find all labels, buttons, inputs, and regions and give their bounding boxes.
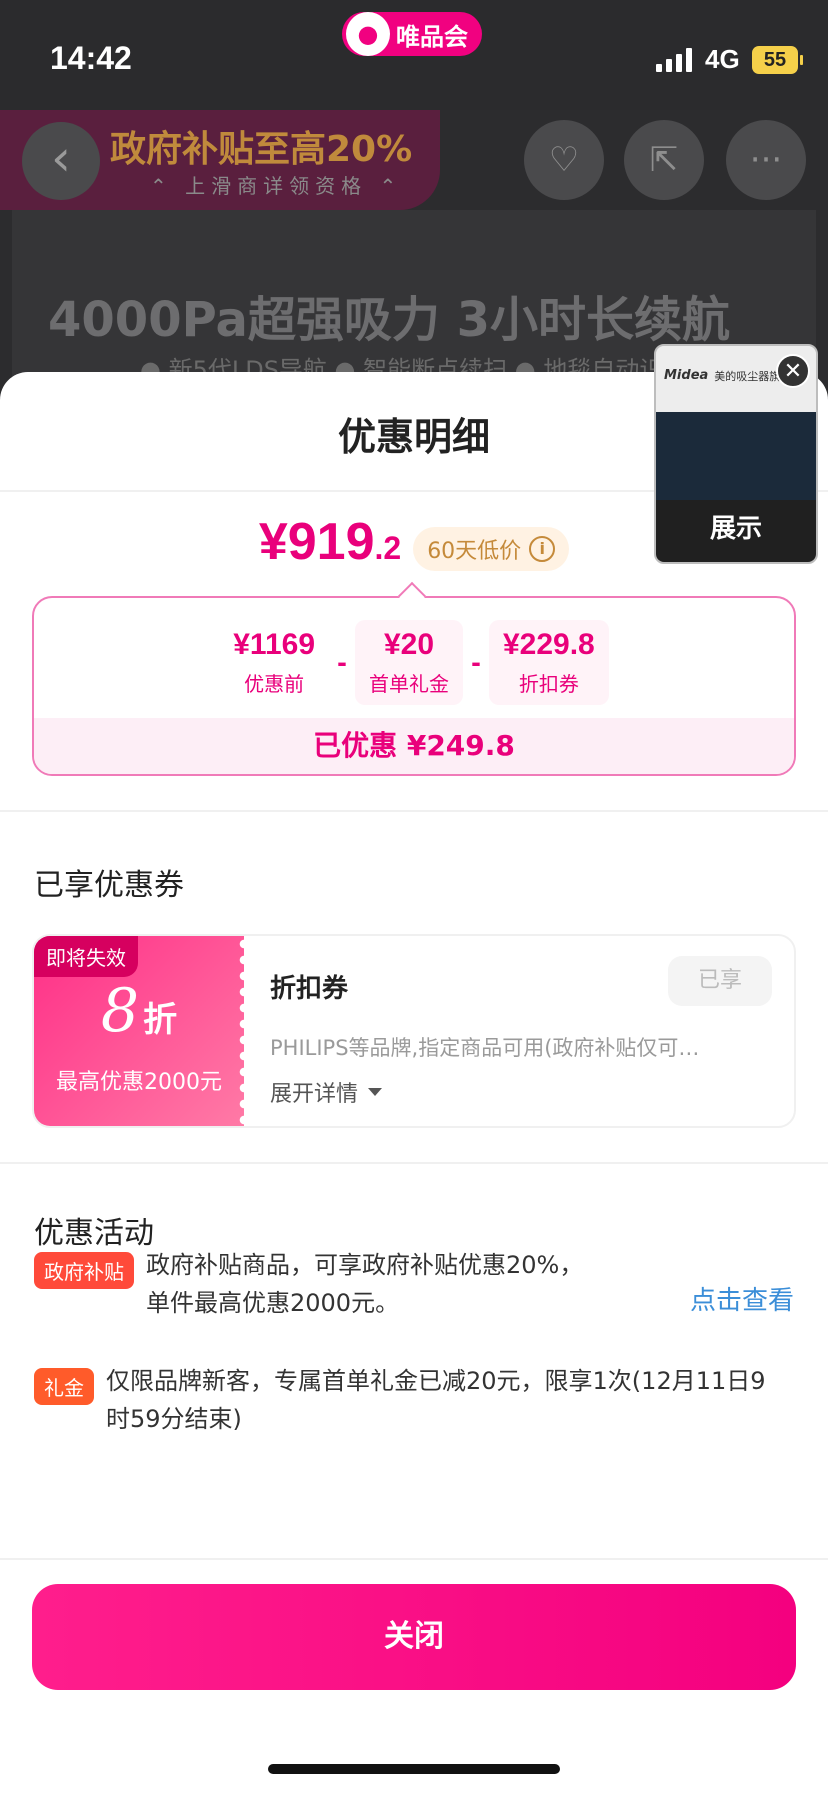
network-type: 4G: [705, 44, 740, 74]
more-icon[interactable]: ···: [726, 120, 806, 200]
video-frame: [656, 412, 816, 500]
minus-sign: -: [471, 648, 481, 677]
subsidy-text-line1: 政府补贴商品，可享政府补贴优惠20%，: [146, 1251, 584, 1279]
view-subsidy-link[interactable]: 点击查看: [690, 1280, 794, 1317]
price-decimal: .2: [374, 530, 402, 566]
video-label: 展示: [710, 514, 763, 544]
low-price-tag[interactable]: 60天低价 i: [413, 527, 570, 571]
close-icon[interactable]: ✕: [776, 354, 810, 388]
coupon-perforation: [238, 936, 250, 1126]
coupons-section-title: 已享优惠券: [34, 868, 184, 903]
favorite-add-icon[interactable]: ♡: [524, 120, 604, 200]
share-icon[interactable]: ⇱: [624, 120, 704, 200]
battery-icon: 55: [752, 46, 803, 74]
clock: 14:42: [50, 40, 132, 76]
coupon-discount: 8 折: [34, 976, 244, 1046]
price-integer: ¥919: [258, 513, 375, 571]
rabbit-logo-icon: ●: [346, 12, 390, 56]
hero-headline: 4000Pa超强吸力 3小时长续航: [48, 292, 730, 348]
caret-down-icon: [368, 1088, 383, 1096]
breakdown-coupon: ¥229.8 折扣券: [488, 620, 609, 705]
breakdown-value: ¥229.8: [502, 628, 595, 661]
discount-unit: 折: [143, 1000, 178, 1040]
total-saved: 已优惠 ¥249.8: [34, 718, 794, 774]
home-indicator[interactable]: [268, 1764, 560, 1774]
subsidy-banner-subtext: ⌃ 上滑商详领资格 ⌃: [150, 174, 403, 198]
promo-government-subsidy: 政府补贴 政府补贴商品，可享政府补贴优惠20%， 单件最高优惠2000元。: [34, 1246, 583, 1322]
breakdown-value: ¥1169: [233, 628, 316, 661]
breakdown-original: ¥1169 优惠前: [219, 620, 329, 705]
app-name: 唯品会: [396, 22, 468, 51]
breakdown-gift: ¥20 首单礼金: [355, 620, 463, 705]
app-pill[interactable]: ● 唯品会: [342, 12, 482, 56]
gift-text: 仅限品牌新客，专属首单礼金已减20元，限享1次(12月11日9时59分结束): [106, 1367, 766, 1433]
coupon-name: 折扣券: [270, 974, 349, 1004]
floating-video[interactable]: Midea 美的吸尘器旗舰店 展示 ✕: [654, 344, 818, 564]
minus-sign: -: [337, 648, 347, 677]
expand-label: 展开详情: [270, 1082, 359, 1107]
subsidy-tag: 政府补贴: [34, 1252, 134, 1289]
discount-number: 8: [100, 976, 140, 1046]
coupon-description: PHILIPS等品牌,指定商品可用(政府补贴仅可…: [270, 1036, 700, 1060]
discount-detail-sheet: 优惠明细 ¥919 .2 60天低价 i ¥1169 优惠前 - ¥20 首单礼…: [0, 372, 828, 1793]
coupon-value-panel: 即将失效 8 折 最高优惠2000元: [34, 936, 244, 1126]
subsidy-banner-text: 政府补贴至高20%: [110, 129, 413, 170]
low-price-label: 60天低价: [427, 539, 522, 564]
divider: [0, 810, 828, 812]
close-button[interactable]: 关闭: [32, 1584, 796, 1690]
gift-tag: 礼金: [34, 1368, 94, 1405]
price-breakdown: ¥1169 优惠前 - ¥20 首单礼金 - ¥229.8 折扣券 已优惠 ¥2…: [32, 596, 796, 776]
subsidy-text: 政府补贴商品，可享政府补贴优惠20%， 单件最高优惠2000元。: [146, 1246, 583, 1322]
divider: [0, 1162, 828, 1164]
back-icon[interactable]: ‹: [22, 122, 100, 200]
coupon-max-discount: 最高优惠2000元: [56, 1070, 222, 1095]
breakdown-label: 折扣券: [518, 672, 579, 696]
cellular-signal-icon: [656, 48, 692, 72]
coupon-used-button[interactable]: 已享: [668, 956, 772, 1006]
coupon-card: 即将失效 8 折 最高优惠2000元 折扣券 已享 PHILIPS等品牌,指定商…: [32, 934, 796, 1128]
subsidy-text-line2: 单件最高优惠2000元。: [146, 1289, 400, 1317]
breakdown-value: ¥20: [383, 628, 435, 661]
info-icon: i: [529, 536, 556, 562]
expand-details-toggle[interactable]: 展开详情: [270, 1076, 383, 1108]
breakdown-label: 优惠前: [244, 672, 305, 696]
expiring-badge: 即将失效: [34, 936, 138, 977]
promo-gift: 礼金 仅限品牌新客，专属首单礼金已减20元，限享1次(12月11日9时59分结束…: [34, 1362, 774, 1438]
breakdown-label: 首单礼金: [369, 672, 449, 696]
brand-logo: Midea: [664, 368, 709, 383]
divider: [0, 1558, 828, 1560]
status-bar: 14:42 ● 唯品会 4G 55: [0, 0, 828, 110]
